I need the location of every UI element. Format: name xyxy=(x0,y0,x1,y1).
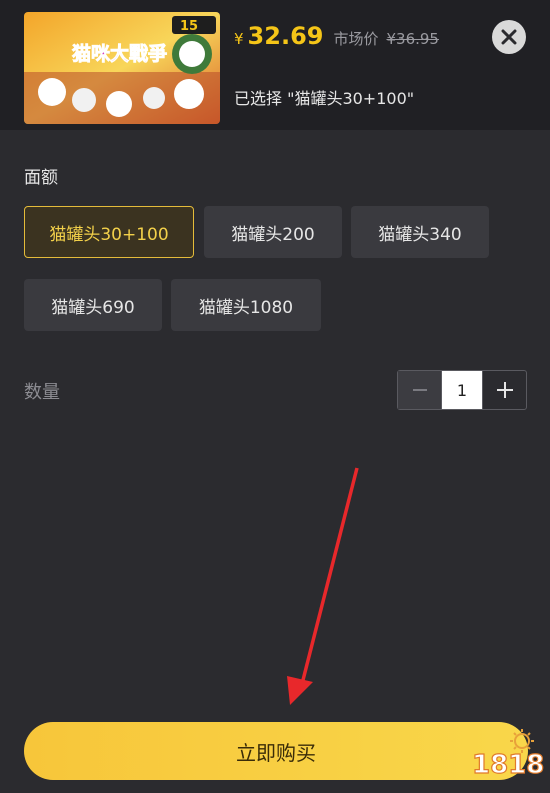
market-price-label: 市场价 xyxy=(333,30,379,48)
buy-now-button[interactable]: 立即购买 xyxy=(24,722,528,780)
close-icon xyxy=(501,29,517,45)
quantity-value[interactable]: 1 xyxy=(441,371,483,409)
increment-button[interactable] xyxy=(483,371,526,409)
thumbnail-title: 猫咪大戰爭 xyxy=(72,42,167,65)
plus-icon xyxy=(496,382,513,398)
market-price: ¥36.95 xyxy=(386,30,439,48)
current-price: 32.69 xyxy=(247,22,324,50)
option-200[interactable]: 猫罐头200 xyxy=(204,206,342,258)
option-30-100[interactable]: 猫罐头30+100 xyxy=(24,206,194,258)
option-340[interactable]: 猫罐头340 xyxy=(351,206,489,258)
watermark-logo: 1818 xyxy=(471,729,545,781)
thumbnail-badge: 15 xyxy=(180,19,198,34)
product-header: 15 猫咪大戰爭 ¥ 32.69 市场价 ¥36.95 已选择 "猫罐头30+1… xyxy=(0,0,550,130)
option-1080[interactable]: 猫罐头1080 xyxy=(171,279,321,331)
quantity-label: 数量 xyxy=(24,382,60,403)
decrement-button[interactable] xyxy=(398,371,441,409)
currency-symbol: ¥ xyxy=(234,30,244,48)
option-690[interactable]: 猫罐头690 xyxy=(24,279,162,331)
selected-option-text: 已选择 "猫罐头30+100" xyxy=(234,89,415,108)
close-button[interactable] xyxy=(492,20,526,54)
minus-icon xyxy=(412,389,427,391)
denomination-title: 面额 xyxy=(24,168,58,188)
price-row: ¥ 32.69 市场价 ¥36.95 xyxy=(234,22,439,50)
quantity-stepper: 1 xyxy=(397,370,527,410)
product-thumbnail: 15 猫咪大戰爭 xyxy=(24,12,220,124)
watermark-text: 1818 xyxy=(472,750,544,780)
